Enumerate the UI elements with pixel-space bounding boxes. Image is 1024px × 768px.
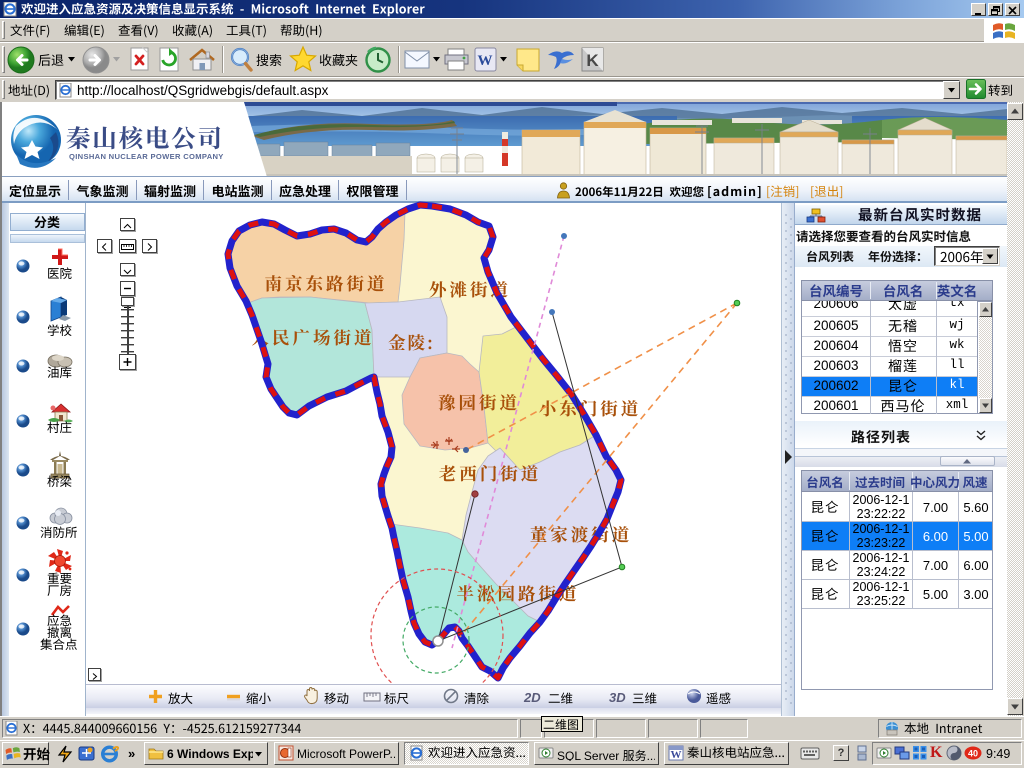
svg-text:W: W [671,749,682,761]
svg-text:40: 40 [968,749,978,759]
